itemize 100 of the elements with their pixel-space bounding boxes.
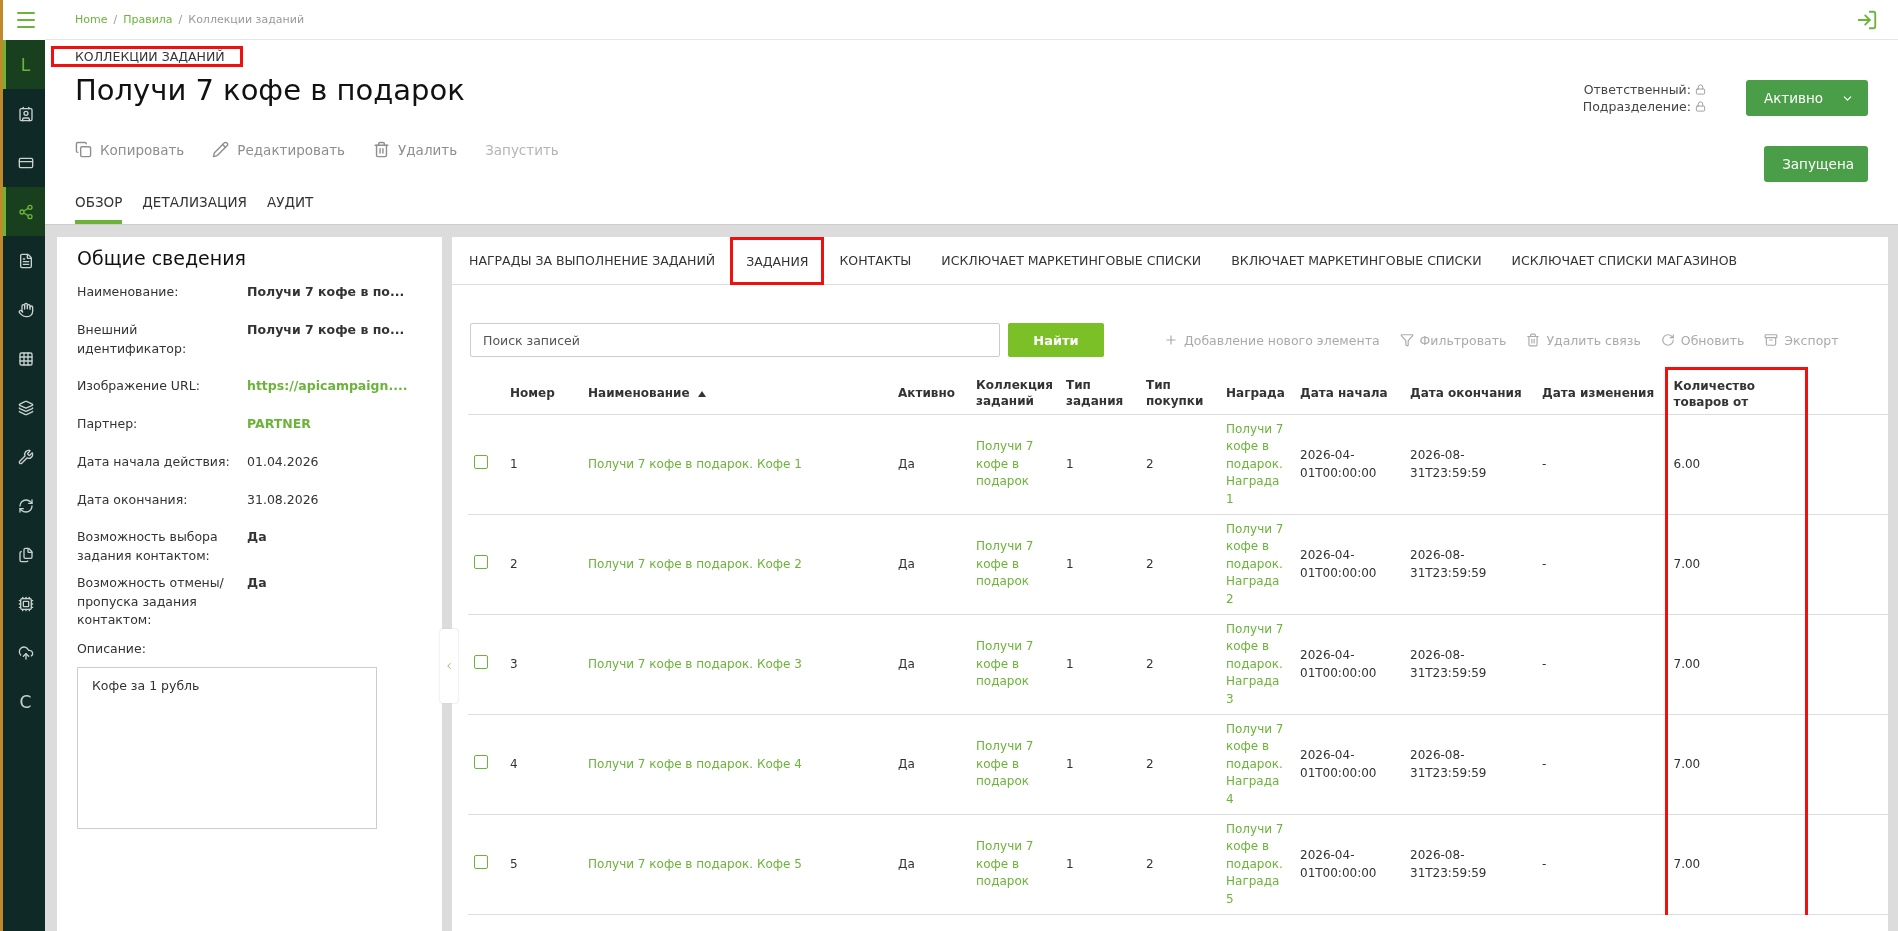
status-dropdown-button[interactable]: Активно (1745, 80, 1868, 116)
row-checkbox[interactable] (474, 754, 488, 769)
table-link[interactable]: Получи 7 кофе в подарок. Кофе 1 (582, 414, 892, 515)
trash-icon (1526, 333, 1541, 347)
row-checkbox[interactable] (474, 654, 488, 669)
files-icon (17, 546, 34, 563)
column-header[interactable]: Активно (892, 368, 970, 415)
field-label: Наименование: (77, 283, 180, 301)
field-value: Получи 7 кофе в по... (247, 320, 406, 339)
layers-icon (17, 399, 34, 416)
trash-icon (373, 141, 391, 158)
contact-card-icon (17, 105, 34, 122)
table-link[interactable]: Получи 7 кофе в подарок. Кофе 3 (582, 614, 892, 715)
state-button[interactable]: Запущена (1764, 146, 1868, 182)
field-label: Возможность выбора задания контактом: (77, 528, 219, 565)
column-header[interactable]: Тип покупки (1140, 368, 1220, 415)
table-link[interactable]: Получи 7 кофе в подарок. Награда 3 (1220, 614, 1294, 715)
column-header[interactable]: Дата начала (1294, 368, 1404, 415)
table-cell: 2026-08-31T23:59:59 (1404, 814, 1536, 915)
table-link[interactable]: Получи 7 кофе в подарок. Награда 2 (1220, 514, 1294, 615)
table-cell: - (1536, 414, 1666, 515)
panel-heading: Общие сведения (77, 247, 247, 269)
field-link[interactable]: PARTNER (247, 415, 420, 434)
meta-label: Ответственный: (1583, 82, 1706, 97)
row-checkbox[interactable] (474, 554, 488, 569)
page-tab[interactable]: ДЕТАЛИЗАЦИЯ (142, 186, 247, 224)
breadcrumb-separator: / (178, 13, 183, 26)
field-link[interactable]: https://apicampaign.... (247, 377, 420, 396)
sort-ascending-icon (697, 390, 706, 397)
table-cell: 1 (1060, 614, 1140, 715)
find-button[interactable]: Найти (1008, 323, 1104, 357)
table-cell: 1 (1060, 414, 1140, 515)
toolbar-button[interactable]: Фильтровать (1393, 332, 1513, 348)
breadcrumb-separator: / (113, 13, 118, 26)
sidebar-item[interactable]: L (3, 40, 45, 89)
field-value: Да (247, 573, 268, 592)
table-cell: 7.00 (1666, 814, 1806, 915)
table-cell: 1 (1060, 814, 1140, 915)
description-field[interactable]: Кофе за 1 рубль (77, 666, 377, 829)
breadcrumb-link[interactable]: Правила (123, 13, 173, 26)
lock-icon (1694, 84, 1706, 95)
table-link[interactable]: Получи 7 кофе в подарок (970, 514, 1060, 615)
column-header[interactable]: Наименование (582, 368, 892, 415)
table-cell: Да (892, 714, 970, 815)
plus-icon (1164, 333, 1178, 347)
table-cell: 2026-04-01T00:00:00 (1294, 414, 1404, 515)
hand-icon (17, 301, 34, 318)
toolbar-button[interactable]: Добавление нового элемента (1158, 332, 1386, 348)
meta-label: Подразделение: (1582, 99, 1706, 114)
table-link[interactable]: Получи 7 кофе в подарок. Кофе 4 (582, 714, 892, 815)
table-cell: 4 (504, 714, 582, 815)
page-tab[interactable]: АУДИТ (267, 186, 314, 224)
detail-tab[interactable]: ЗАДАНИЯ (730, 237, 825, 285)
column-header[interactable]: Дата изменения (1536, 368, 1666, 415)
field-label: Дата начала действия: (77, 452, 231, 471)
table-cell: 6.00 (1666, 414, 1806, 515)
table-cell: 3 (504, 614, 582, 715)
row-checkbox[interactable] (474, 854, 488, 869)
pencil-icon (212, 141, 230, 158)
table-link[interactable]: Получи 7 кофе в подарок. Награда 1 (1220, 414, 1294, 515)
table-link[interactable]: Получи 7 кофе в подарок (970, 614, 1060, 715)
table-cell: Да (892, 814, 970, 915)
toolbar-button[interactable]: Удалить связь (1520, 332, 1647, 348)
table-cell: 2 (504, 514, 582, 615)
sidebar-icon-button[interactable] (3, 187, 45, 236)
table-cell: 2026-08-31T23:59:59 (1404, 614, 1536, 715)
column-header[interactable]: Количество товаров от (1666, 368, 1806, 415)
toolbar-button[interactable]: Обновить (1654, 332, 1751, 348)
table-cell: 7.00 (1666, 514, 1806, 615)
table-cell: 2026-08-31T23:59:59 (1404, 414, 1536, 515)
search-field[interactable]: Поиск записей (470, 323, 1000, 357)
table-cell: - (1536, 814, 1666, 915)
column-header[interactable]: Награда (1220, 368, 1294, 415)
field-value: Да (247, 528, 268, 547)
column-header[interactable]: Номер (504, 368, 582, 415)
table-cell: 2026-08-31T23:59:59 (1404, 714, 1536, 815)
table-link[interactable]: Получи 7 кофе в подарок. Награда 5 (1220, 814, 1294, 915)
row-checkbox[interactable] (474, 454, 488, 469)
table-cell: 2 (1140, 514, 1220, 615)
table-link[interactable]: Получи 7 кофе в подарок (970, 414, 1060, 515)
sidebar-item[interactable]: C (3, 677, 45, 726)
table-link[interactable]: Получи 7 кофе в подарок. Награда 4 (1220, 714, 1294, 815)
column-header[interactable]: Тип задания (1060, 368, 1140, 415)
table-cell: 2026-04-01T00:00:00 (1294, 514, 1404, 615)
column-header[interactable]: Дата окончания (1404, 368, 1536, 415)
column-header[interactable]: Коллекция заданий (970, 368, 1060, 415)
filter-icon (1399, 333, 1414, 347)
action-button[interactable]: Редактировать (212, 141, 346, 158)
table-link[interactable]: Получи 7 кофе в подарок. Кофе 5 (582, 814, 892, 915)
logout-icon[interactable] (1856, 8, 1878, 31)
table-link[interactable]: Получи 7 кофе в подарок. Кофе 2 (582, 514, 892, 615)
field-label: Внешний идентификатор: (77, 320, 188, 358)
action-button[interactable]: Копировать (75, 141, 185, 158)
breadcrumb-link[interactable]: Home (75, 13, 108, 26)
refresh-icon (17, 497, 34, 514)
toolbar-button[interactable]: Экспорт (1758, 332, 1845, 348)
table-link[interactable]: Получи 7 кофе в подарок (970, 814, 1060, 915)
table-cell: Да (892, 414, 970, 515)
table-link[interactable]: Получи 7 кофе в подарок (970, 714, 1060, 815)
action-button[interactable]: Удалить (373, 141, 458, 158)
